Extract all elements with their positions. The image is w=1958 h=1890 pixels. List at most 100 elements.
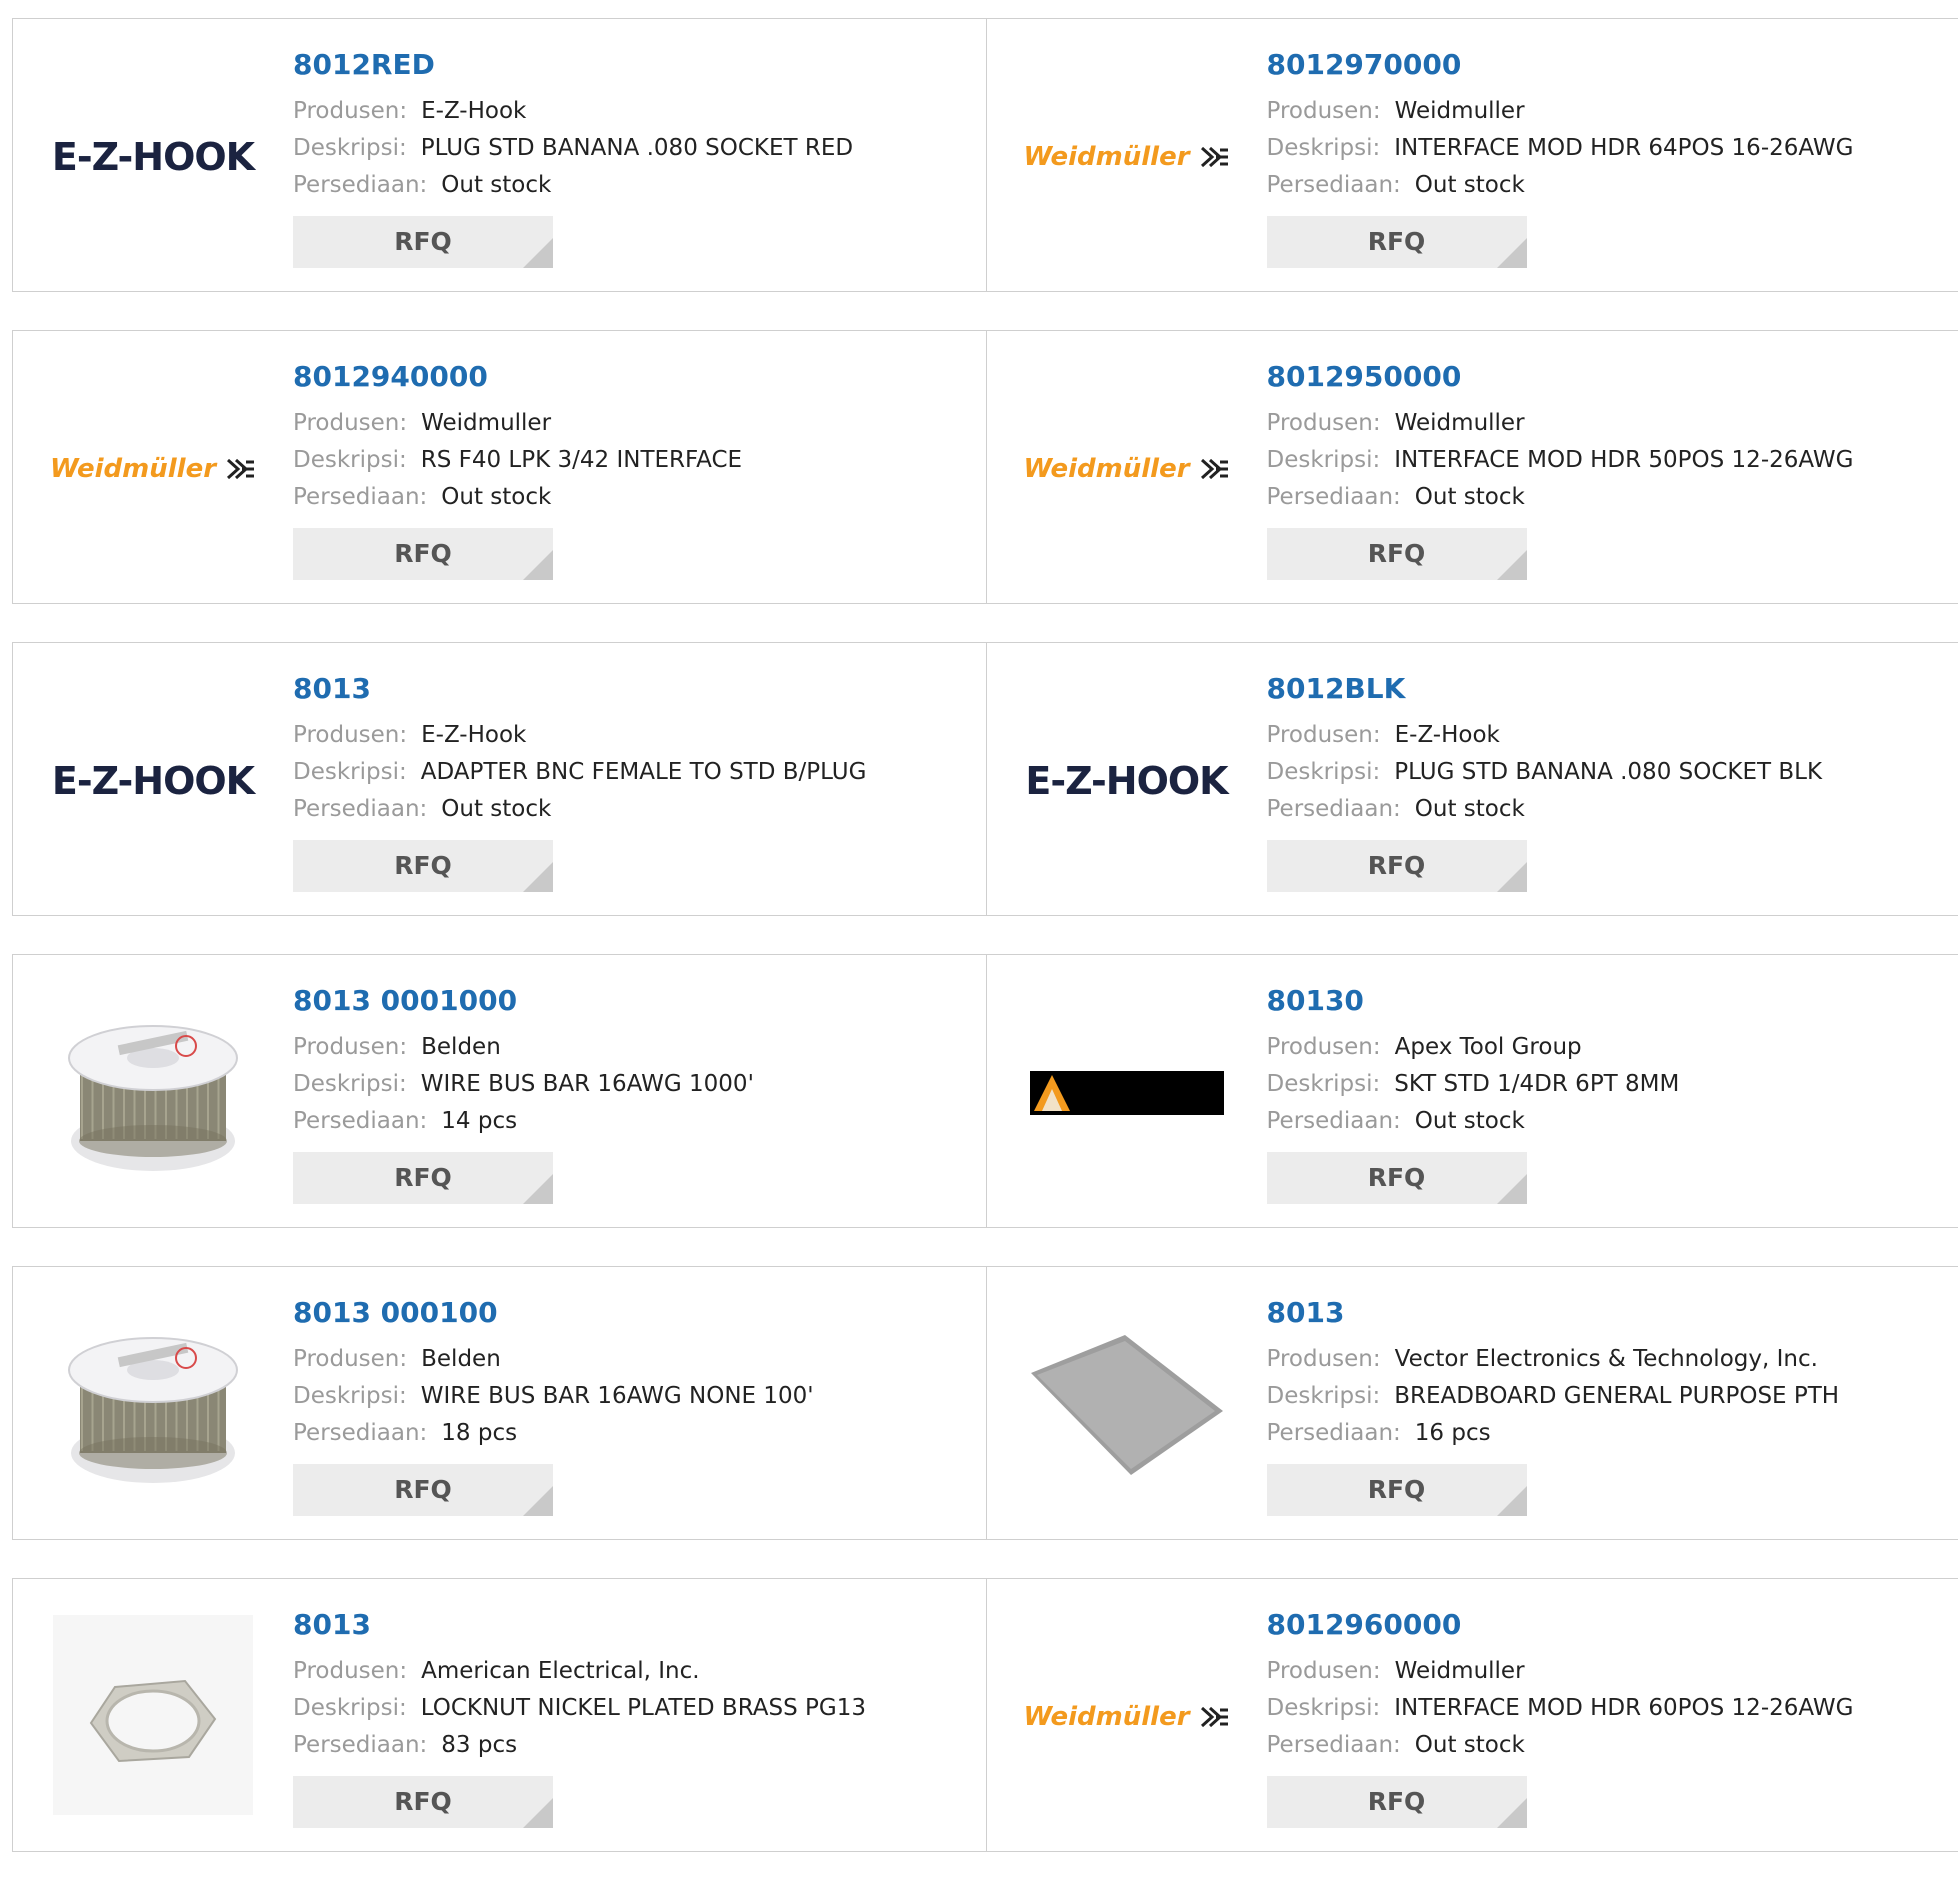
stock-field: Persediaan:18 pcs [293, 1415, 814, 1452]
stock-field-label: Persediaan: [1267, 484, 1401, 510]
manufacturer-field-value: American Electrical, Inc. [421, 1658, 699, 1684]
manufacturer-field-label: Produsen: [1267, 410, 1381, 436]
rfq-button[interactable]: RFQ [293, 1776, 553, 1828]
weidmuller-logo-text: Weidmüller [50, 454, 216, 484]
stock-field-label: Persediaan: [293, 796, 427, 822]
rfq-corner-decoration [1497, 862, 1527, 892]
stock-field-label: Persediaan: [1267, 796, 1401, 822]
rfq-corner-decoration [523, 862, 553, 892]
manufacturer-field-label: Produsen: [293, 1658, 407, 1684]
product-image[interactable]: Weidmüller [1025, 1617, 1229, 1817]
stock-field: Persediaan:83 pcs [293, 1727, 866, 1764]
manufacturer-field-value: E-Z-Hook [421, 722, 526, 748]
weidmuller-logo: Weidmüller [1023, 454, 1229, 484]
product-card: E-Z-HOOK8012REDProdusen:E-Z-HookDeskrips… [13, 19, 986, 291]
weidmuller-logo-text: Weidmüller [1023, 454, 1189, 484]
rfq-button[interactable]: RFQ [293, 840, 553, 892]
rfq-button[interactable]: RFQ [293, 1464, 553, 1516]
part-number-link[interactable]: 8013 [1267, 1295, 1840, 1331]
weidmuller-mark-icon [1200, 456, 1230, 482]
apex-logo [1030, 1071, 1224, 1115]
stock-field: Persediaan:Out stock [1267, 479, 1854, 516]
manufacturer-field-label: Produsen: [1267, 1034, 1381, 1060]
product-image[interactable]: E-Z-HOOK [51, 681, 255, 881]
stock-field-label: Persediaan: [293, 1420, 427, 1446]
stock-field-label: Persediaan: [293, 1108, 427, 1134]
product-info: 8012950000Produsen:WeidmullerDeskripsi:I… [1267, 359, 1854, 580]
part-number-link[interactable]: 8012960000 [1267, 1607, 1854, 1643]
description-field: Deskripsi:RS F40 LPK 3/42 INTERFACE [293, 442, 742, 479]
manufacturer-field: Produsen:Weidmuller [1267, 93, 1854, 130]
part-number-link[interactable]: 8013 [293, 671, 866, 707]
manufacturer-field-value: Belden [421, 1034, 501, 1060]
product-info: 8012960000 Produsen:WeidmullerDeskripsi:I… [1267, 1607, 1854, 1828]
stock-field-value: 83 pcs [441, 1732, 517, 1758]
rfq-button[interactable]: RFQ [1267, 216, 1527, 268]
description-field-value: PLUG STD BANANA .080 SOCKET BLK [1394, 759, 1822, 785]
rfq-button-label: RFQ [394, 227, 452, 256]
manufacturer-field: Produsen: Belden [293, 1029, 754, 1066]
stock-field-label: Persediaan: [293, 484, 427, 510]
part-number-link[interactable]: 8012970000 [1267, 47, 1854, 83]
description-field: Deskripsi:INTERFACE MOD HDR 60POS 12-26A… [1267, 1690, 1854, 1727]
wire-spool-photo [58, 1308, 248, 1502]
breadboard-photo [1027, 1303, 1227, 1507]
product-card: 8013 000100Produsen:BeldenDeskripsi:WIRE… [13, 1267, 986, 1539]
part-number-link[interactable]: 8012950000 [1267, 359, 1854, 395]
stock-field: Persediaan:Out stock [293, 479, 742, 516]
rfq-button[interactable]: RFQ [293, 216, 553, 268]
manufacturer-field: Produsen:Belden [293, 1341, 814, 1378]
stock-field-value: Out stock [441, 796, 551, 822]
manufacturer-field: Produsen:Weidmuller [293, 405, 742, 442]
rfq-corner-decoration [1497, 1174, 1527, 1204]
rfq-button-label: RFQ [1368, 1475, 1426, 1504]
product-image[interactable] [51, 1305, 255, 1505]
description-field-value: ADAPTER BNC FEMALE TO STD B/PLUG [421, 759, 867, 785]
manufacturer-field: Produsen:Vector Electronics & Technology… [1267, 1341, 1840, 1378]
rfq-button[interactable]: RFQ [293, 1152, 553, 1204]
ezhook-logo: E-Z-HOOK [52, 759, 254, 803]
product-image[interactable]: E-Z-HOOK [51, 57, 255, 257]
stock-field: Persediaan: Out stock [293, 791, 866, 828]
part-number-link[interactable]: 8013 000100 [293, 1295, 814, 1331]
rfq-button-label: RFQ [1368, 1787, 1426, 1816]
stock-field: Persediaan:16 pcs [1267, 1415, 1840, 1452]
product-card: Weidmüller8012950000Produsen:WeidmullerD… [986, 331, 1958, 603]
part-number-link[interactable]: 8012BLK [1267, 671, 1823, 707]
description-field: Deskripsi:BREADBOARD GENERAL PURPOSE PTH [1267, 1378, 1840, 1415]
part-number-link[interactable]: 8012RED [293, 47, 853, 83]
part-number-link[interactable]: 8013 [293, 1607, 866, 1643]
rfq-button[interactable]: RFQ [293, 528, 553, 580]
product-image[interactable] [51, 1617, 255, 1817]
description-field-value: INTERFACE MOD HDR 50POS 12-26AWG [1394, 447, 1853, 473]
product-image[interactable]: E-Z-HOOK [1025, 681, 1229, 881]
rfq-button[interactable]: RFQ [1267, 840, 1527, 892]
product-image[interactable] [51, 993, 255, 1193]
rfq-button[interactable]: RFQ [1267, 1464, 1527, 1516]
product-image[interactable]: Weidmüller [51, 369, 255, 569]
weidmuller-logo-text: Weidmüller [1023, 142, 1189, 172]
manufacturer-field: Produsen:Weidmuller [1267, 1653, 1854, 1690]
product-image[interactable]: Weidmüller [1025, 57, 1229, 257]
product-image[interactable]: Weidmüller [1025, 369, 1229, 569]
product-image[interactable] [1025, 993, 1229, 1193]
rfq-button-label: RFQ [1368, 539, 1426, 568]
description-field-value: INTERFACE MOD HDR 60POS 12-26AWG [1394, 1695, 1853, 1721]
description-field-value: WIRE BUS BAR 16AWG NONE 100' [421, 1383, 814, 1409]
manufacturer-field-value: Apex Tool Group [1395, 1034, 1582, 1060]
weidmuller-logo-text: Weidmüller [1023, 1702, 1189, 1732]
product-image[interactable] [1025, 1305, 1229, 1505]
manufacturer-field-label: Produsen: [293, 1034, 407, 1060]
description-field: Deskripsi:INTERFACE MOD HDR 64POS 16-26A… [1267, 130, 1854, 167]
rfq-button[interactable]: RFQ [1267, 1152, 1527, 1204]
part-number-link[interactable]: 80130 [1267, 983, 1680, 1019]
part-number-link[interactable]: 8013 0001000 [293, 983, 754, 1019]
rfq-button[interactable]: RFQ [1267, 1776, 1527, 1828]
description-field-label: Deskripsi: [1267, 1383, 1381, 1409]
product-row: Weidmüller8012940000Produsen:WeidmullerD… [12, 330, 1958, 604]
rfq-button[interactable]: RFQ [1267, 528, 1527, 580]
product-info: 80130Produsen:Apex Tool GroupDeskripsi:S… [1267, 983, 1680, 1204]
part-number-link[interactable]: 8012940000 [293, 359, 742, 395]
description-field-label: Deskripsi: [1267, 759, 1381, 785]
description-field-label: Deskripsi: [293, 447, 407, 473]
